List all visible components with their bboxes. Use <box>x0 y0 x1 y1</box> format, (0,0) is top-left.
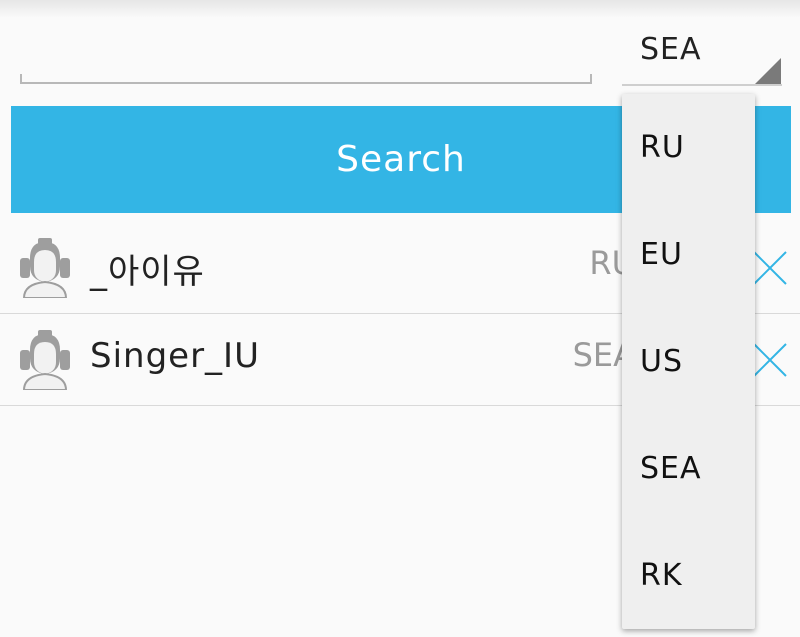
search-input[interactable] <box>24 36 588 78</box>
dropdown-option-sea[interactable]: SEA <box>622 415 755 522</box>
close-icon[interactable] <box>750 340 790 380</box>
player-name: _아이유 <box>90 252 205 292</box>
dropdown-option-rk[interactable]: RK <box>622 522 755 629</box>
player-avatar-icon <box>16 236 74 299</box>
player-avatar-icon <box>16 328 74 391</box>
player-name: Singer_IU <box>90 336 260 376</box>
region-dropdown: RU EU US SEA RK <box>622 94 755 629</box>
dropdown-option-ru[interactable]: RU <box>622 94 755 201</box>
region-select-value: SEA <box>640 32 702 67</box>
close-icon[interactable] <box>750 248 790 288</box>
dropdown-corner-icon <box>755 58 781 84</box>
top-shadow <box>0 0 800 18</box>
dropdown-option-eu[interactable]: EU <box>622 201 755 308</box>
region-select[interactable]: SEA <box>622 28 782 86</box>
search-field[interactable] <box>20 28 592 84</box>
dropdown-option-us[interactable]: US <box>622 308 755 415</box>
